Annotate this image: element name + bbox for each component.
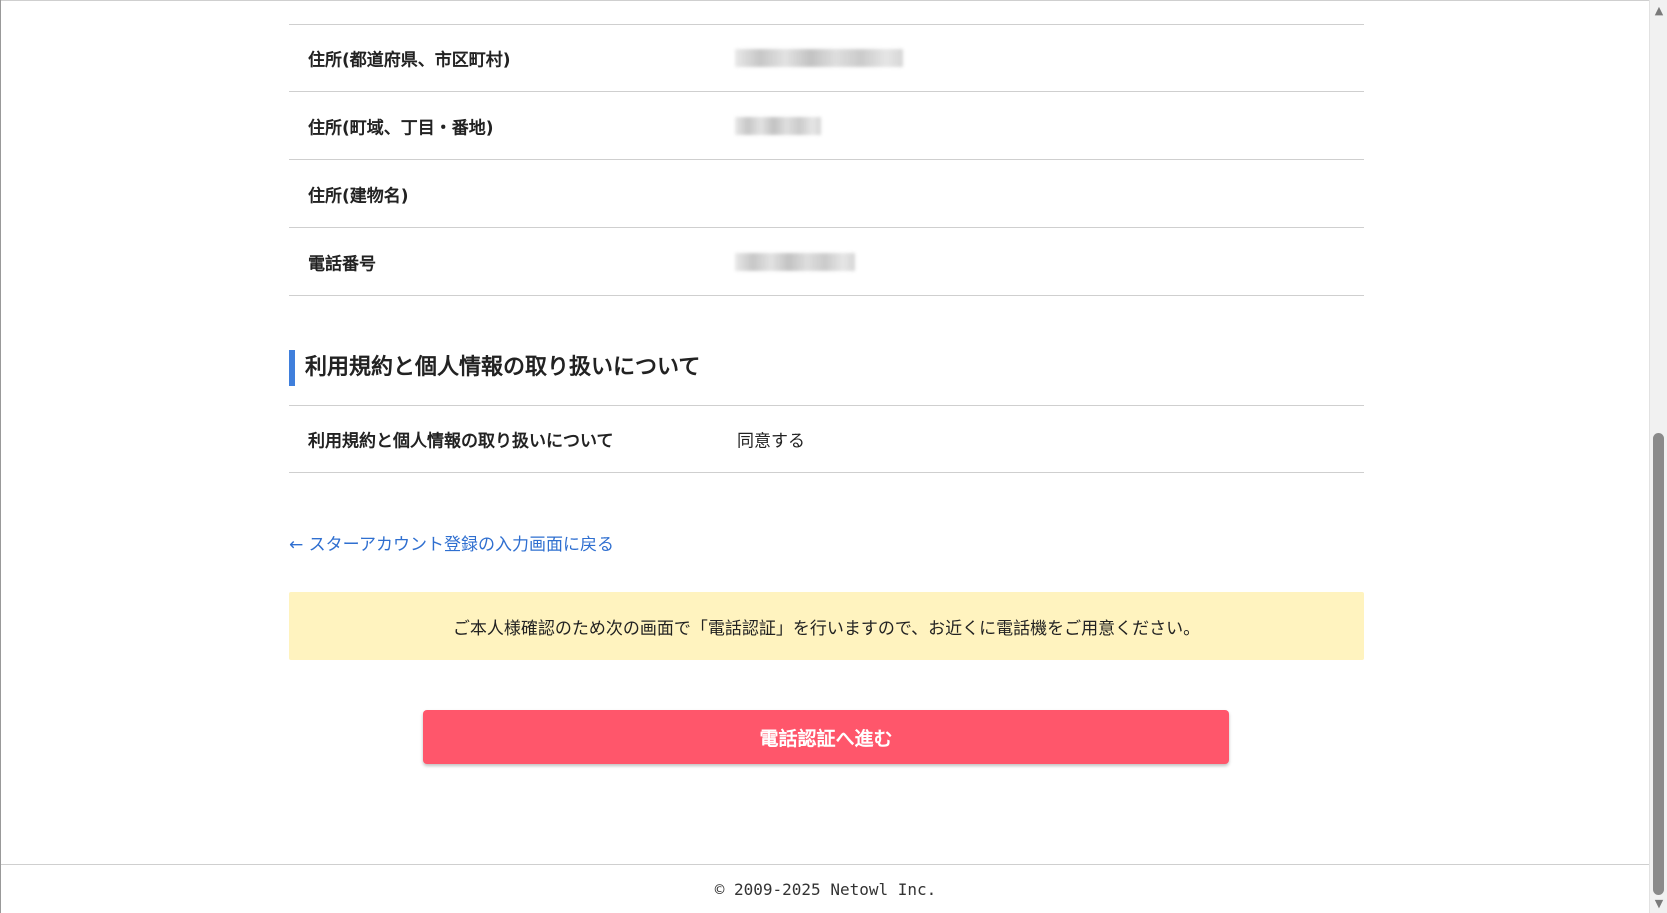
row-label-phone: 電話番号 [308,254,376,274]
back-link-label: スターアカウント登録の入力画面に戻る [308,535,614,555]
table-row: 住所(町域、丁目・番地) [289,92,1364,160]
terms-section-heading: 利用規約と個人情報の取り扱いについて [289,350,700,386]
row-label-prefecture-city: 住所(都道府県、市区町村) [308,50,511,71]
phone-verification-notice: ご本人様確認のため次の画面で「電話認証」を行いますので、お近くに電話機をご用意く… [289,592,1364,660]
address-table: 住所(都道府県、市区町村) 住所(町域、丁目・番地) 住所(建物名) 電話番号 [289,24,1364,296]
table-row: 住所(建物名) [289,160,1364,228]
copyright-text: © 2009-2025 Netowl Inc. [714,879,937,899]
table-row: 利用規約と個人情報の取り扱いについて 同意する [289,405,1364,473]
scrollbar-thumb[interactable] [1653,433,1664,895]
redacted-value [735,49,903,67]
scroll-up-arrow-icon[interactable]: ▲ [1650,2,1667,18]
top-divider [1,0,1649,1]
left-arrow-icon: ← [289,535,304,555]
terms-row-label: 利用規約と個人情報の取り扱いについて [308,431,614,452]
page-viewport: 住所(都道府県、市区町村) 住所(町域、丁目・番地) 住所(建物名) 電話番号 … [0,0,1649,913]
row-label-town-block: 住所(町域、丁目・番地) [308,118,494,138]
terms-row-value: 同意する [737,431,805,452]
table-row: 電話番号 [289,228,1364,296]
redacted-value [735,252,855,271]
proceed-to-phone-verification-button[interactable]: 電話認証へ進む [423,710,1229,764]
vertical-scrollbar[interactable]: ▲ ▼ [1649,0,1667,913]
table-row: 住所(都道府県、市区町村) [289,24,1364,92]
notice-text: ご本人様確認のため次の画面で「電話認証」を行いますので、お近くに電話機をご用意く… [452,618,1201,639]
terms-table: 利用規約と個人情報の取り扱いについて 同意する [289,405,1364,473]
back-to-input-link[interactable]: ← スターアカウント登録の入力画面に戻る [289,530,614,555]
row-label-building: 住所(建物名) [308,186,409,206]
redacted-value [735,116,821,135]
footer: © 2009-2025 Netowl Inc. [1,864,1649,913]
scroll-down-arrow-icon[interactable]: ▼ [1650,895,1667,911]
